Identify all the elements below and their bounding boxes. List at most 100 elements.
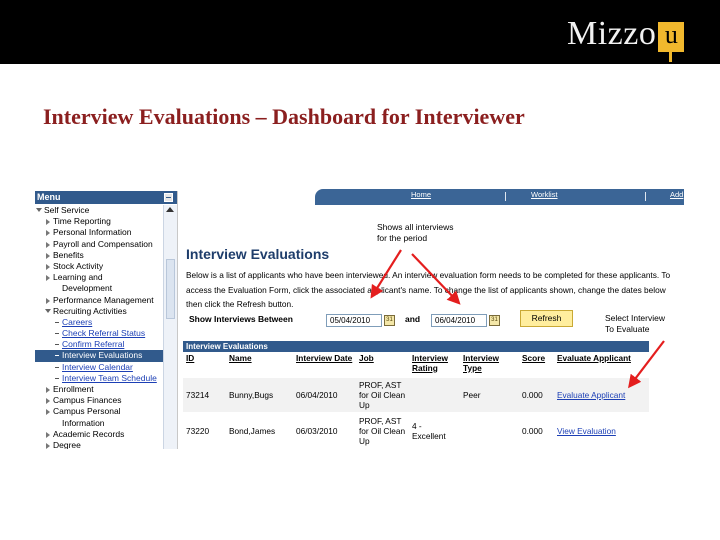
calendar-icon[interactable]: 31 bbox=[384, 315, 395, 326]
menu-item-label: Self Service bbox=[44, 205, 90, 215]
column-header-interview-date[interactable]: Interview Date bbox=[293, 352, 356, 378]
menu-bullet-icon bbox=[55, 344, 59, 346]
grid-header-row: ID Name Interview Date Job Interview Rat… bbox=[183, 352, 649, 378]
menu-item-campus-finances[interactable]: Campus Finances bbox=[35, 395, 163, 406]
and-label: and bbox=[405, 314, 421, 324]
menu-item-benefits[interactable]: Benefits bbox=[35, 250, 163, 261]
grid-title-bar: Interview Evaluations bbox=[183, 341, 649, 352]
menu-item-check-referral-status[interactable]: Check Referral Status bbox=[35, 328, 163, 339]
menu-item-label: Personal Information bbox=[53, 227, 132, 238]
top-nav-bar: Home Worklist Add bbox=[315, 189, 684, 205]
cell-rating: 4 - Excellent bbox=[409, 412, 460, 449]
menu-item-label: Payroll and Compensation bbox=[53, 238, 153, 249]
cell-rating bbox=[409, 378, 460, 412]
collapse-triangle-icon[interactable] bbox=[46, 431, 50, 438]
evaluate-applicant-link[interactable]: Evaluate Applicant bbox=[557, 390, 625, 400]
collapse-triangle-icon[interactable] bbox=[46, 230, 50, 237]
column-header-id[interactable]: ID bbox=[183, 352, 226, 378]
menu-item-recruiting-activities[interactable]: Recruiting Activities bbox=[35, 306, 163, 317]
column-header-job[interactable]: Job bbox=[356, 352, 409, 378]
logo-wordmark: Mizzo bbox=[567, 15, 657, 52]
collapse-triangle-icon[interactable] bbox=[46, 398, 50, 405]
cell-action: Evaluate Applicant bbox=[554, 378, 649, 412]
menu-title: Menu bbox=[37, 192, 61, 202]
cell-date: 06/03/2010 bbox=[293, 412, 356, 449]
menu-item-degree[interactable]: Degree bbox=[35, 440, 163, 449]
collapse-triangle-icon[interactable] bbox=[46, 442, 50, 449]
menu-item-academic-records[interactable]: Academic Records bbox=[35, 429, 163, 440]
scroll-up-arrow-icon[interactable] bbox=[166, 207, 174, 212]
callout-select-interview: Select Interview To Evaluate bbox=[605, 313, 665, 334]
cell-name: Bond,James bbox=[226, 412, 293, 449]
menu-item-interview-team-schedule[interactable]: Interview Team Schedule bbox=[35, 373, 163, 384]
menu-bullet-icon bbox=[55, 377, 59, 379]
column-header-interview-type[interactable]: Interview Type bbox=[460, 352, 519, 378]
cell-name: Bunny,Bugs bbox=[226, 378, 293, 412]
home-link[interactable]: Home bbox=[411, 190, 431, 199]
column-header-score[interactable]: Score bbox=[519, 352, 554, 378]
collapse-triangle-icon[interactable] bbox=[46, 387, 50, 393]
menu-item-label: Interview Evaluations bbox=[62, 350, 143, 361]
menu-header: Menu bbox=[35, 191, 177, 204]
refresh-button[interactable]: Refresh bbox=[520, 310, 573, 327]
from-date-input[interactable] bbox=[326, 314, 382, 327]
menu-item-enrollment[interactable]: Enrollment bbox=[35, 384, 163, 395]
menu-item-label: Confirm Referral bbox=[62, 339, 125, 350]
scrollbar-thumb[interactable] bbox=[166, 259, 175, 319]
menu-item-payroll-and-compensation[interactable]: Payroll and Compensation bbox=[35, 239, 163, 250]
menu-item-label: Interview Team Schedule bbox=[62, 372, 157, 383]
menu-item-label: Campus Personal bbox=[53, 406, 121, 417]
menu-item-performance-management[interactable]: Performance Management bbox=[35, 295, 163, 306]
cell-type: Peer bbox=[460, 378, 519, 412]
menu-item-personal-information[interactable]: Personal Information bbox=[35, 227, 163, 238]
worklist-link[interactable]: Worklist bbox=[531, 190, 558, 199]
menu-item-label: Time Reporting bbox=[53, 216, 111, 227]
collapse-triangle-icon[interactable] bbox=[46, 252, 50, 259]
to-date-input[interactable] bbox=[431, 314, 487, 327]
page-description: Below is a list of applicants who have b… bbox=[186, 270, 671, 309]
menu-bullet-icon bbox=[55, 366, 59, 368]
cell-action: View Evaluation bbox=[554, 412, 649, 449]
menu-item-interview-evaluations[interactable]: Interview Evaluations bbox=[35, 350, 163, 362]
collapse-triangle-icon[interactable] bbox=[46, 241, 50, 248]
nav-divider bbox=[505, 192, 506, 201]
menu-item-label: Enrollment bbox=[53, 384, 94, 394]
cell-date: 06/04/2010 bbox=[293, 378, 356, 412]
column-header-name[interactable]: Name bbox=[226, 352, 293, 378]
menu-item-label: Careers bbox=[62, 316, 93, 327]
mizzou-logo: Mizzo u bbox=[567, 14, 685, 62]
collapse-triangle-icon[interactable] bbox=[46, 297, 50, 304]
slide-title: Interview Evaluations – Dashboard for In… bbox=[43, 104, 525, 129]
collapse-triangle-icon[interactable] bbox=[46, 219, 50, 226]
logo-badge: u bbox=[658, 22, 685, 62]
cell-job: PROF, AST for Oil Clean Up bbox=[356, 412, 409, 449]
expand-triangle-icon[interactable] bbox=[45, 308, 51, 313]
menu-item-label: Development bbox=[62, 283, 113, 294]
menu-item-self-service[interactable]: Self Service bbox=[35, 205, 163, 216]
menu-item-stock-activity[interactable]: Stock Activity bbox=[35, 261, 163, 272]
left-menu-panel: Menu Self Service Time Reporting Personal … bbox=[35, 191, 178, 449]
menu-item-campus-personal[interactable]: Campus Personal bbox=[35, 406, 163, 417]
menu-item-label: Information bbox=[62, 417, 105, 428]
collapse-triangle-icon[interactable] bbox=[46, 409, 50, 416]
menu-item-learning-and[interactable]: Learning and bbox=[35, 272, 163, 283]
view-evaluation-link[interactable]: View Evaluation bbox=[557, 426, 616, 436]
menu-bullet-icon bbox=[55, 321, 59, 323]
menu-bullet-icon bbox=[55, 355, 59, 357]
menu-collapse-icon[interactable] bbox=[164, 193, 173, 202]
expand-triangle-icon[interactable] bbox=[36, 208, 42, 212]
menu-scrollbar[interactable] bbox=[163, 205, 177, 449]
calendar-icon[interactable]: 31 bbox=[489, 315, 500, 326]
menu-list: Self Service Time Reporting Personal Infor… bbox=[35, 205, 163, 449]
column-header-interview-rating[interactable]: Interview Rating bbox=[409, 352, 460, 378]
menu-item-development: Development bbox=[35, 283, 163, 294]
column-header-evaluate-applicant[interactable]: Evaluate Applicant bbox=[554, 352, 649, 378]
menu-item-confirm-referral[interactable]: Confirm Referral bbox=[35, 339, 163, 350]
menu-item-interview-calendar[interactable]: Interview Calendar bbox=[35, 362, 163, 373]
add-link[interactable]: Add bbox=[670, 190, 683, 199]
nav-divider bbox=[645, 192, 646, 201]
menu-item-careers[interactable]: Careers bbox=[35, 317, 163, 328]
collapse-triangle-icon[interactable] bbox=[46, 275, 50, 282]
menu-item-time-reporting[interactable]: Time Reporting bbox=[35, 216, 163, 227]
collapse-triangle-icon[interactable] bbox=[46, 263, 50, 270]
